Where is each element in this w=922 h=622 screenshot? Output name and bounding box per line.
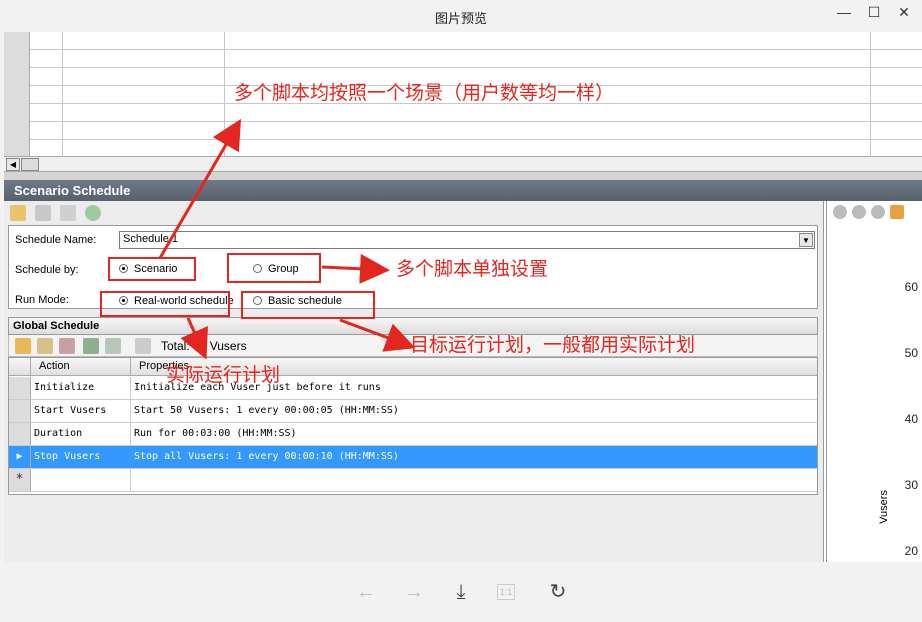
close-button[interactable]: ✕ (890, 4, 918, 22)
arrow-to-note4 (180, 317, 208, 360)
annotation-note-2: 多个脚本单独设置 (396, 258, 549, 280)
next-arrow-icon[interactable]: → (401, 580, 427, 606)
image-viewer-window: 图片预览 — ☐ ✕ ◀ Scenario Schedule Schedule … (0, 0, 922, 622)
viewer-titlebar: 图片预览 — ☐ ✕ (0, 0, 922, 32)
screenshot-image: ◀ Scenario Schedule Schedule Name: Sched… (4, 32, 922, 562)
download-icon[interactable]: ⤓ (448, 580, 474, 606)
annotation-note-3: 目标运行计划，一般都用实际计划 (410, 334, 696, 356)
previous-arrow-icon[interactable]: ← (353, 580, 379, 606)
rotate-icon[interactable]: ↻ (545, 580, 571, 606)
annotation-note-1: 多个脚本均按照一个场景（用户数等均一样） (234, 82, 615, 104)
arrow-to-note2 (321, 253, 390, 284)
actual-size-icon[interactable]: 1:1 (497, 584, 515, 600)
arrow-to-note1 (158, 118, 242, 259)
viewer-bottom-bar: ← → ⤓ 1:1 ↻ (0, 562, 922, 622)
annotation-note-4: 实际运行计划 (166, 364, 281, 386)
viewer-title: 图片预览 (434, 12, 487, 27)
annotation-arrows (158, 118, 416, 360)
arrow-to-note3 (339, 318, 416, 352)
minimize-button[interactable]: — (830, 4, 858, 22)
maximize-button[interactable]: ☐ (860, 4, 888, 22)
